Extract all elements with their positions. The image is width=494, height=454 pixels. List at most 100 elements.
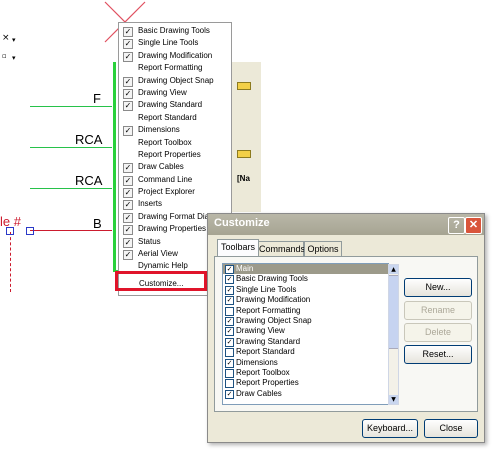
menu-item-label: Project Explorer (138, 187, 195, 197)
panel-header: [Na (237, 174, 250, 183)
scroll-down-icon[interactable]: ▼ (389, 395, 398, 404)
toolbar-item-label: Report Formatting (236, 305, 301, 315)
toolbar-checkbox[interactable]: ✓ (225, 327, 234, 337)
menu-item-label: Single Line Tools (138, 38, 199, 48)
toolbars-list[interactable]: ✓ Main ✓ Basic Drawing Tools ✓ Single Line To… (222, 263, 389, 405)
check-icon: ✓ (123, 225, 133, 236)
reset-button[interactable]: Reset... (404, 345, 472, 364)
menu-item[interactable]: ✓ Single Line Tools (119, 37, 231, 50)
toolbar-list-item[interactable]: ✓ Draw Cables (223, 389, 388, 399)
menu-item-label: Inserts (138, 199, 163, 209)
cad-line (30, 106, 112, 107)
dialog-title: Customize (214, 217, 270, 229)
toolbar-checkbox[interactable] (225, 379, 234, 389)
menu-item[interactable]: ✓ Inserts (119, 198, 231, 211)
grip-marker[interactable] (26, 227, 34, 235)
toolbar-list-item[interactable]: ✓ Drawing Object Snap (223, 316, 388, 326)
scroll-up-icon[interactable]: ▲ (389, 265, 398, 274)
toolbar-checkbox[interactable]: ✓ (225, 285, 234, 295)
menu-item[interactable]: ✓ Draw Cables (119, 161, 231, 174)
toolbar-checkbox[interactable]: ✓ (225, 358, 234, 368)
scroll-thumb[interactable] (389, 275, 398, 349)
toolbar-list-item[interactable]: ✓ Main (223, 264, 388, 275)
toolbar-checkbox[interactable] (225, 368, 234, 378)
delete-button[interactable]: Delete (404, 323, 472, 342)
toolbar-list-item[interactable]: ✓ Single Line Tools (223, 285, 388, 295)
svg-text:▾: ▾ (12, 54, 16, 62)
cad-label-cut: le # (0, 214, 21, 229)
cad-line (30, 188, 112, 189)
toolbar-checkbox[interactable] (225, 348, 234, 358)
menu-item[interactable]: ✓ Drawing View (119, 87, 231, 99)
menu-item[interactable]: ✓ Drawing Modification (119, 50, 231, 62)
toolbar-list-item[interactable]: ✓ Drawing View (223, 326, 388, 337)
toolbar-list-item[interactable]: Report Toolbox (223, 368, 388, 378)
toolbar-checkbox[interactable]: ✓ (225, 316, 234, 326)
folder-icon (237, 150, 251, 158)
toolbar-checkbox[interactable]: ✓ (225, 337, 234, 347)
close-icon[interactable]: ✕ (465, 217, 482, 234)
menu-item-label: Drawing Modification (138, 50, 213, 60)
check-icon: ✓ (123, 175, 133, 186)
new-toolbar-button[interactable]: New... (404, 278, 472, 297)
menu-item[interactable]: ✓ Drawing Object Snap (119, 75, 231, 87)
toolbar-item-label: Drawing Object Snap (236, 315, 312, 325)
folder-icon (237, 82, 251, 90)
rename-button[interactable]: Rename (404, 301, 472, 320)
check-icon: ✓ (123, 76, 133, 87)
toolbar-checkbox[interactable]: ✓ (225, 389, 234, 399)
toolbar-checkbox[interactable]: ✓ (225, 275, 234, 285)
toolbar-checkbox[interactable]: ✓ (225, 265, 234, 274)
toolbar-item-label: Draw Cables (236, 388, 282, 398)
toolbar-item-label: Dimensions (236, 357, 278, 367)
check-icon: ✓ (123, 101, 133, 112)
toolbar-item-label: Drawing View (236, 326, 285, 336)
menu-item[interactable]: ✓ Project Explorer (119, 186, 231, 199)
check-icon: ✓ (123, 188, 133, 199)
menu-item-label: Drawing Properties (138, 224, 207, 234)
tab-commands[interactable]: Commands (258, 241, 305, 257)
help-button[interactable]: ? (448, 217, 465, 234)
menu-item-label: Drawing Object Snap (138, 75, 214, 85)
toolbar-fragment-icon: × ▾ ▫ ▾ (2, 33, 16, 62)
svg-text:▾: ▾ (12, 36, 16, 44)
toolbar-list-item[interactable]: ✓ Basic Drawing Tools (223, 274, 388, 285)
close-button[interactable]: Close (424, 419, 478, 438)
svg-text:×: × (2, 33, 10, 43)
check-icon: ✓ (123, 126, 133, 137)
toolbar-list-item[interactable]: Report Formatting (223, 306, 388, 316)
toolbar-list-item[interactable]: ✓ Dimensions (223, 358, 388, 368)
check-icon: ✓ (123, 51, 133, 62)
menu-item[interactable]: Report Properties (119, 149, 231, 161)
toolbar-checkbox[interactable]: ✓ (225, 296, 234, 306)
dialog-title-bar[interactable]: Customize ? ✕ (208, 214, 484, 235)
menu-item[interactable]: Report Toolbox (119, 137, 231, 149)
menu-item[interactable]: Report Standard (119, 112, 231, 124)
tab-options[interactable]: Options (304, 241, 342, 257)
toolbar-list-item[interactable]: Report Properties (223, 378, 388, 389)
menu-item-label: Basic Drawing Tools (138, 26, 210, 35)
menu-item[interactable]: ✓ Dimensions (119, 124, 231, 137)
menu-item[interactable]: ✓ Drawing Standard (119, 99, 231, 112)
toolbar-item-label: Report Properties (236, 378, 299, 388)
toolbar-checkbox[interactable] (225, 306, 234, 316)
tab-toolbars[interactable]: Toolbars (217, 239, 259, 257)
keyboard-button[interactable]: Keyboard... (362, 419, 418, 438)
check-icon: ✓ (123, 88, 133, 99)
menu-item[interactable]: ✓ Command Line (119, 174, 231, 186)
check-icon: ✓ (123, 39, 133, 50)
menu-item-label: Draw Cables (138, 162, 184, 172)
customize-dialog: Customize ? ✕ Toolbars Commands Options … (207, 213, 485, 443)
menu-item[interactable]: Report Formatting (119, 62, 231, 74)
menu-item[interactable]: ✓ Basic Drawing Tools (119, 25, 231, 37)
list-scrollbar[interactable]: ▲ ▼ (388, 264, 399, 405)
check-icon: ✓ (123, 250, 133, 261)
toolbars-tab-panel: ✓ Main ✓ Basic Drawing Tools ✓ Single Line To… (214, 256, 478, 412)
menu-item-label: Report Properties (138, 149, 201, 159)
toolbar-list-item[interactable]: ✓ Drawing Modification (223, 295, 388, 306)
cad-label-f: F (93, 91, 101, 106)
toolbar-list-item[interactable]: Report Standard (223, 347, 388, 358)
menu-item-label: Report Toolbox (138, 137, 192, 147)
toolbar-list-item[interactable]: ✓ Drawing Standard (223, 337, 388, 347)
toolbar-item-label: Single Line Tools (236, 284, 297, 294)
